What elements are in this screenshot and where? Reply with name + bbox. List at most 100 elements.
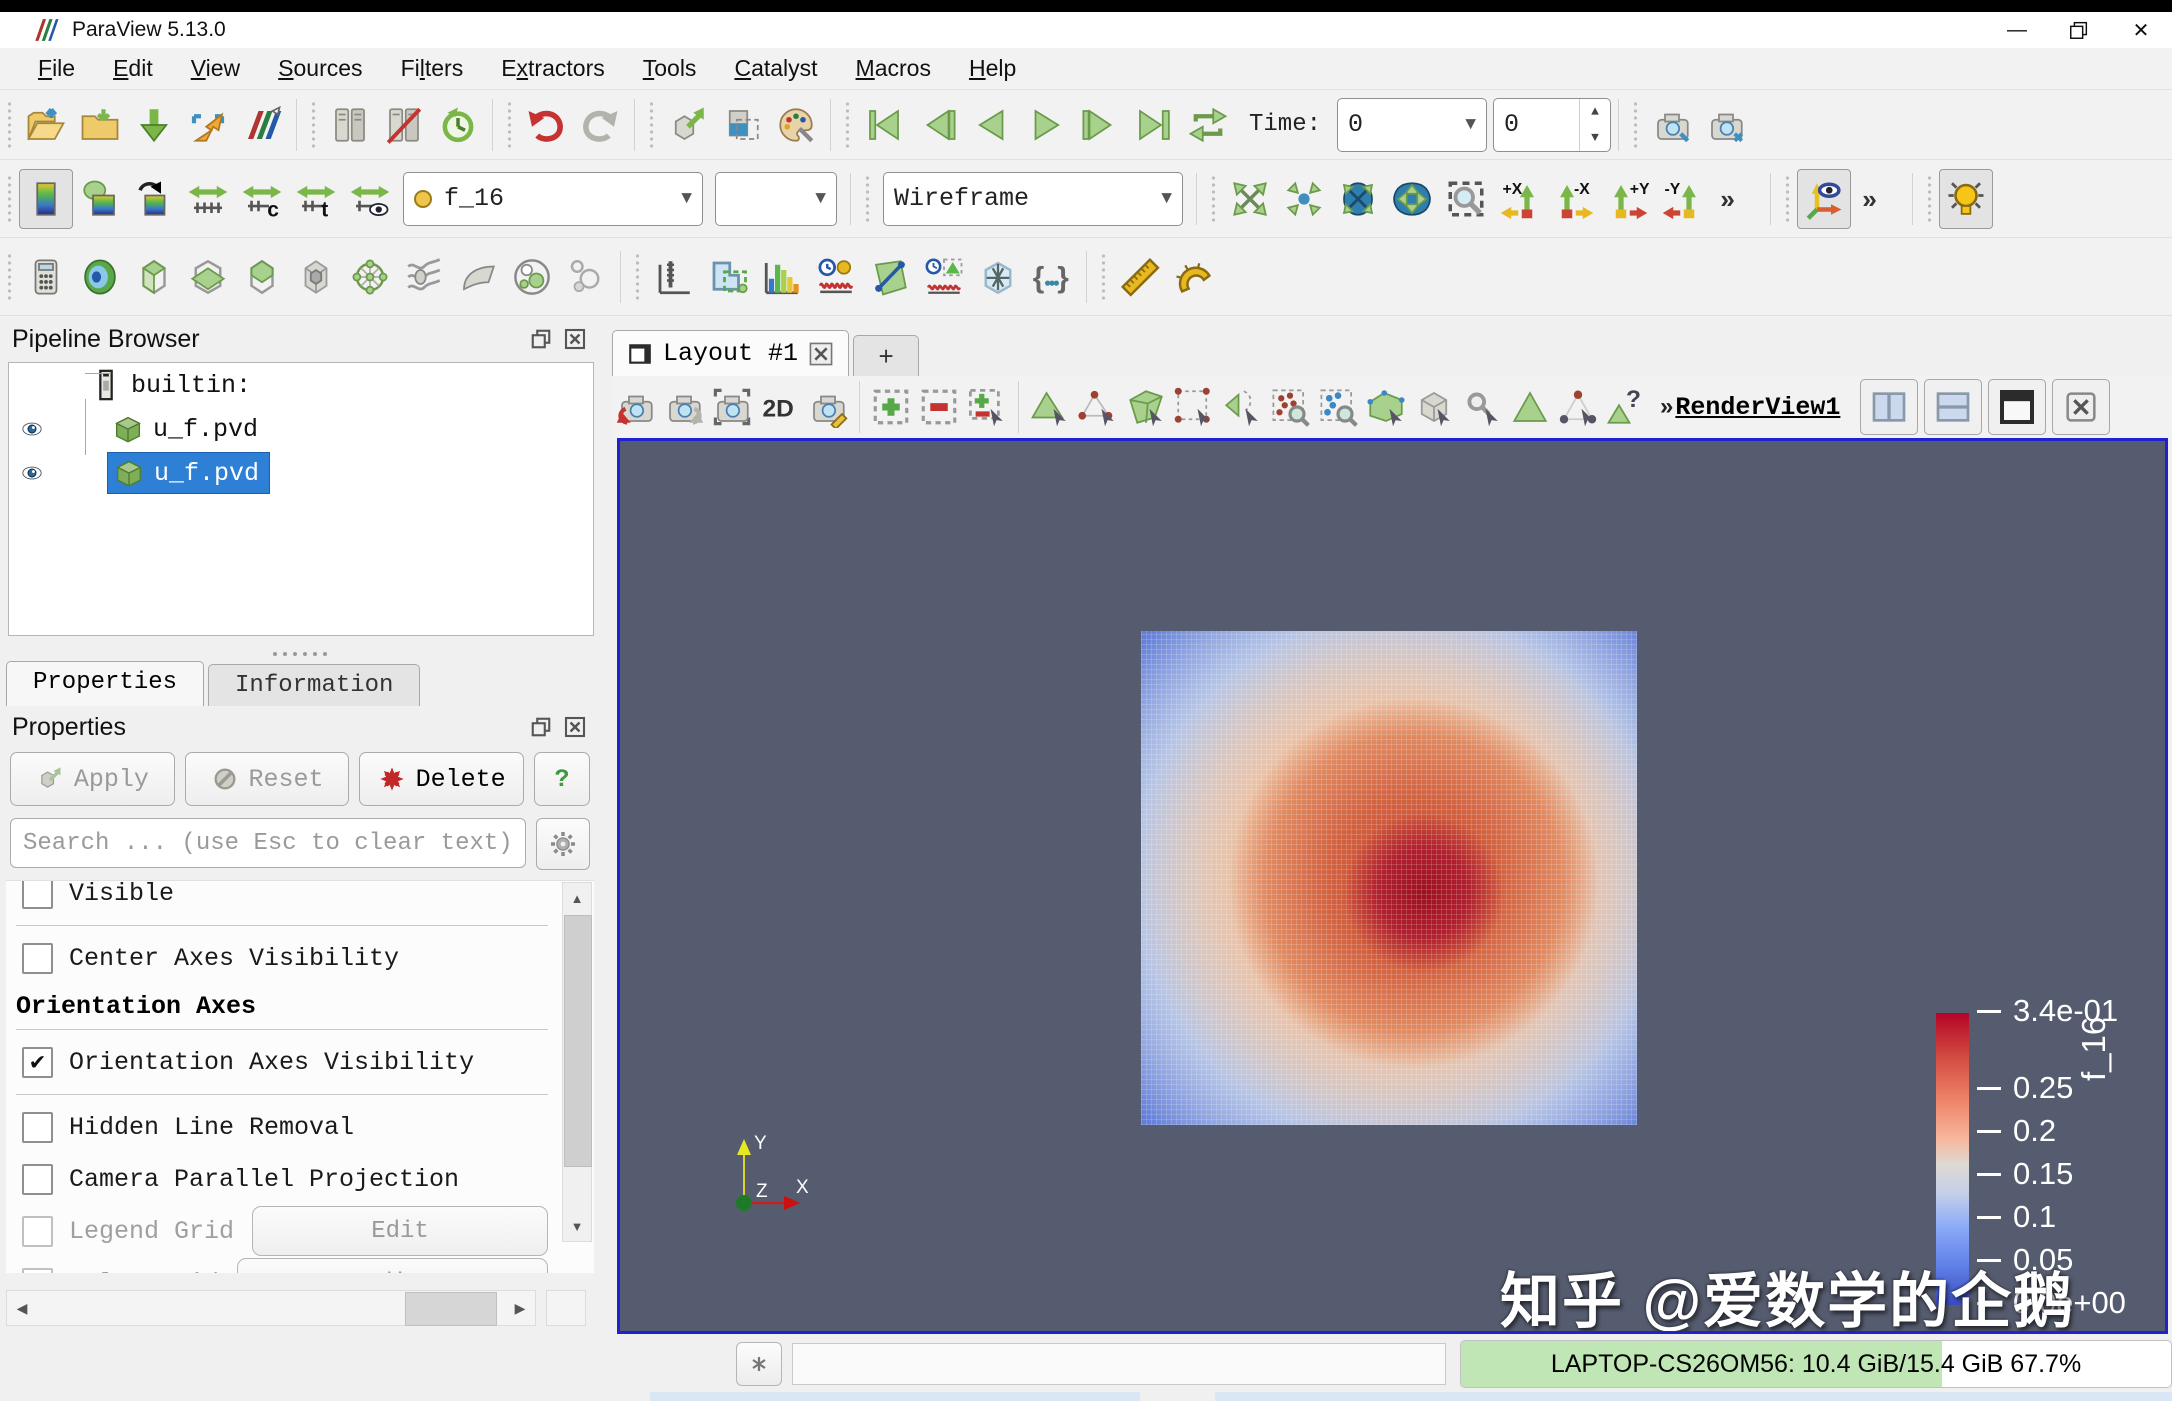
screenshot-capture-button[interactable] <box>181 95 235 155</box>
rescale-data-button[interactable] <box>181 169 235 229</box>
minimize-icon[interactable]: — <box>1986 12 2048 48</box>
toolbar-grip[interactable] <box>843 102 852 148</box>
plot-selection-over-time-button[interactable] <box>917 247 971 307</box>
pipeline-item-1[interactable]: u_f.pvd <box>9 407 593 451</box>
color-array-combo[interactable]: f_16▼ <box>403 172 703 226</box>
menu-sources[interactable]: Sources <box>262 51 378 86</box>
zoom-closest-button[interactable] <box>1385 169 1439 229</box>
find-data-button[interactable] <box>715 95 769 155</box>
plot-over-line-button[interactable] <box>863 247 917 307</box>
search-settings-button[interactable] <box>536 818 590 870</box>
checkbox-center-axes-visibility[interactable] <box>22 943 53 974</box>
calculator-button[interactable] <box>19 247 73 307</box>
menu-filters[interactable]: Filters <box>385 51 480 86</box>
undock-icon[interactable] <box>528 714 554 740</box>
axes-widget-button[interactable] <box>1797 169 1851 229</box>
clear-status-button[interactable] <box>736 1342 782 1386</box>
redo-button[interactable] <box>573 95 627 155</box>
add-layout-tab[interactable]: + <box>853 335 919 376</box>
paraview-logo-button[interactable] <box>235 95 289 155</box>
camera-undo-button[interactable] <box>612 379 660 435</box>
select-block-button[interactable] <box>1218 379 1266 435</box>
programmable-filter-button[interactable]: {} <box>1025 247 1079 307</box>
scroll-up-icon[interactable]: ▲ <box>563 883 591 913</box>
checkbox-orientation-axes-visibility[interactable]: ✔ <box>22 1047 53 1078</box>
capture-screenshot-button[interactable] <box>708 379 756 435</box>
component-combo[interactable]: ▼ <box>715 172 837 226</box>
tab-information[interactable]: Information <box>208 664 420 706</box>
time-combo[interactable]: 0▼ <box>1337 98 1487 152</box>
close-view-button[interactable] <box>2052 379 2110 435</box>
view-plus-x-button[interactable]: +X <box>1493 169 1547 229</box>
split-vertical-button[interactable] <box>1924 379 1982 435</box>
menu-edit[interactable]: Edit <box>97 51 169 86</box>
slice-button[interactable] <box>181 247 235 307</box>
toggle-2d-button[interactable]: 2D <box>756 379 804 435</box>
search-input[interactable] <box>10 818 526 868</box>
checkbox-legend-grid[interactable] <box>22 1216 53 1247</box>
group-datasets-button[interactable] <box>505 247 559 307</box>
apply-button[interactable]: Apply <box>10 752 175 806</box>
reset-camera-button[interactable] <box>1223 169 1277 229</box>
toolbar-grip[interactable] <box>633 254 642 300</box>
play-forward-button[interactable] <box>1019 95 1073 155</box>
hover-cells-button[interactable] <box>1410 379 1458 435</box>
sel-minus-button[interactable] <box>915 379 963 435</box>
color-map-button[interactable] <box>19 169 73 229</box>
horizontal-scrollbar[interactable]: ◀ ▶ <box>6 1290 536 1326</box>
menu-tools[interactable]: Tools <box>627 51 713 86</box>
toolbar-grip[interactable] <box>5 176 14 222</box>
plot-data-over-time-button[interactable] <box>809 247 863 307</box>
protractor-button[interactable] <box>1167 247 1221 307</box>
view-minus-y-button[interactable]: -Y <box>1655 169 1709 229</box>
glyph-button[interactable] <box>343 247 397 307</box>
rescale-visible-button[interactable] <box>343 169 397 229</box>
edit-button-polar-grid[interactable]: Edit <box>237 1258 548 1273</box>
select-points-through-button[interactable] <box>1170 379 1218 435</box>
help-button[interactable]: ? <box>534 752 590 806</box>
toolbar-grip[interactable] <box>309 102 318 148</box>
menu-macros[interactable]: Macros <box>840 51 947 86</box>
camera-redo-button[interactable] <box>660 379 708 435</box>
close-panel-icon[interactable] <box>562 714 588 740</box>
checkbox-visible[interactable] <box>22 880 53 909</box>
scroll-down-icon[interactable]: ▼ <box>563 1211 591 1241</box>
select-points-on-button[interactable] <box>1074 379 1122 435</box>
checkbox-hidden-line-removal[interactable] <box>22 1112 53 1143</box>
save-data-button[interactable] <box>127 95 181 155</box>
zoom-to-data-button[interactable] <box>1277 169 1331 229</box>
select-cells-through-button[interactable] <box>1122 379 1170 435</box>
visibility-eye-icon[interactable] <box>9 462 55 484</box>
toolbar-grip[interactable] <box>647 102 656 148</box>
spin-down-icon[interactable]: ▼ <box>1580 125 1610 151</box>
close-icon[interactable]: ✕ <box>2110 12 2172 48</box>
server-connect-button[interactable] <box>323 95 377 155</box>
vertical-scrollbar[interactable]: ▲ ▼ <box>562 882 592 1242</box>
selection-link-button[interactable] <box>1554 379 1602 435</box>
edit-color-map-button[interactable] <box>127 169 181 229</box>
clip-button[interactable] <box>127 247 181 307</box>
toolbar-grip[interactable] <box>1783 176 1792 222</box>
toolbar-grip[interactable] <box>863 176 872 222</box>
view-plus-y-button[interactable]: +Y <box>1601 169 1655 229</box>
camera-zoom-gear-button[interactable] <box>1699 95 1753 155</box>
rescale-temporal-button[interactable]: t <box>289 169 343 229</box>
scrollbar-thumb[interactable] <box>564 915 592 1167</box>
close-panel-icon[interactable] <box>562 326 588 352</box>
contour-button[interactable] <box>73 247 127 307</box>
tab-properties[interactable]: Properties <box>6 661 204 706</box>
chevrons-button[interactable]: » <box>1709 169 1763 229</box>
glyph-3d-button[interactable] <box>971 247 1025 307</box>
auto-apply-button[interactable] <box>661 95 715 155</box>
close-tab-icon[interactable] <box>808 341 834 367</box>
panel-splitter[interactable] <box>0 648 600 660</box>
selection-help-button[interactable]: ? <box>1602 379 1650 435</box>
hover-points-button[interactable] <box>1458 379 1506 435</box>
delete-button[interactable]: Delete <box>359 752 524 806</box>
grow-selection-button[interactable] <box>1506 379 1554 435</box>
interactive-select-cells-button[interactable] <box>1266 379 1314 435</box>
toolbar-overflow[interactable]: » <box>1660 393 1673 421</box>
sel-plusminus-button[interactable] <box>963 379 1011 435</box>
rescale-custom-button[interactable]: c <box>235 169 289 229</box>
loop-button[interactable] <box>1181 95 1235 155</box>
